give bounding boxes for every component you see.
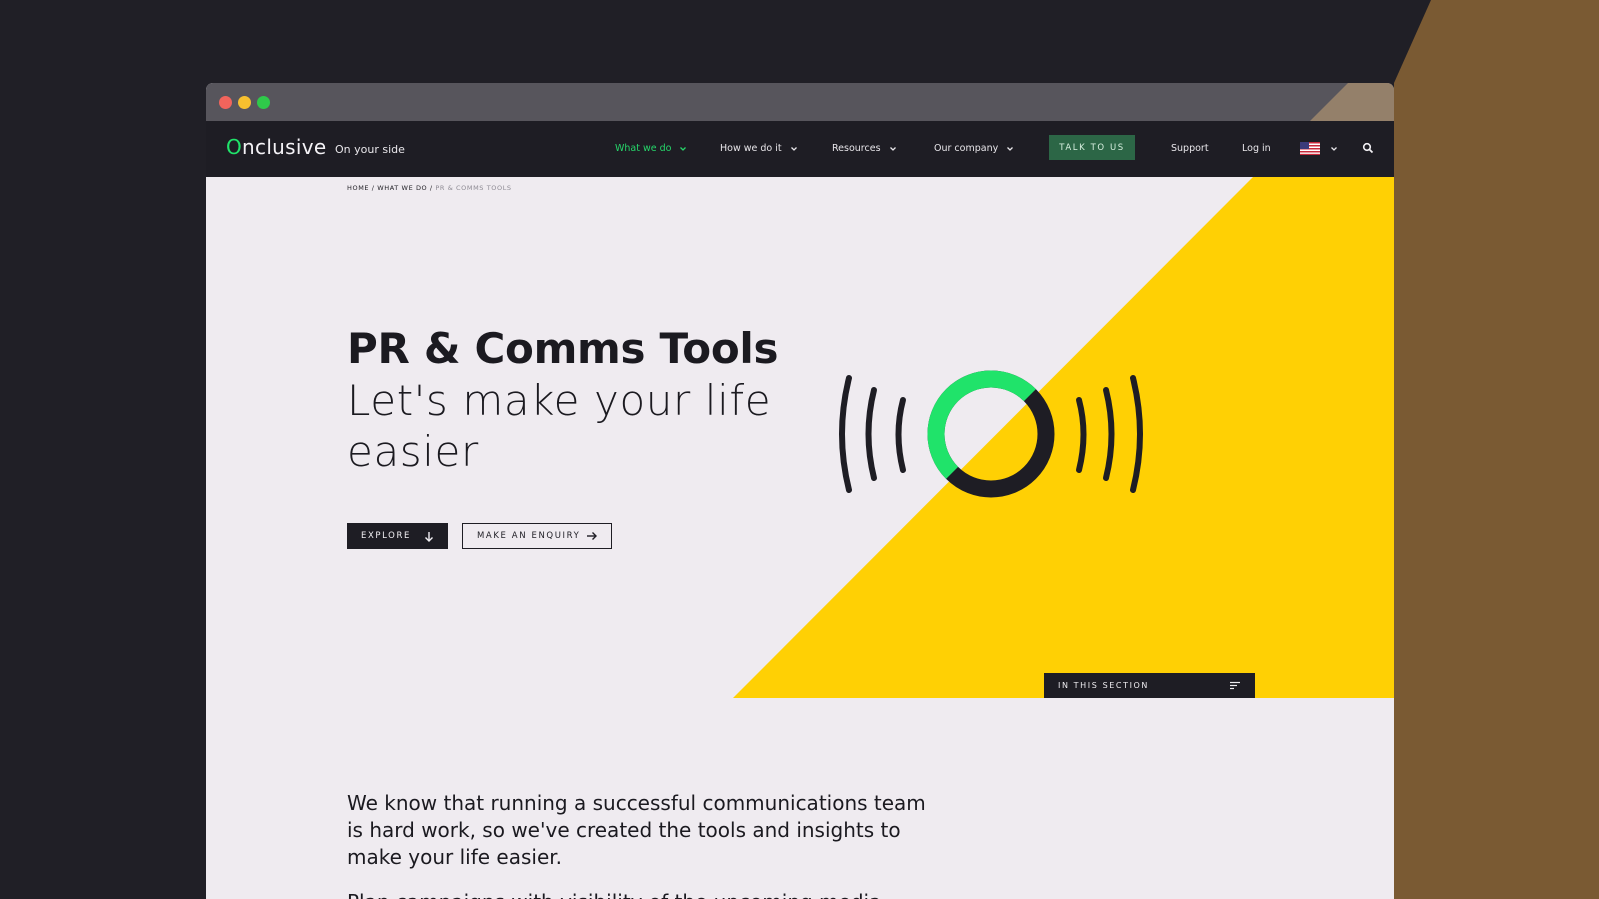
site-navbar: Onclusive On your side What we do How we… xyxy=(206,121,1394,177)
intro-paragraph: We know that running a successful commun… xyxy=(347,791,926,869)
explore-button[interactable]: EXPLORE xyxy=(347,523,448,549)
breadcrumb-current: PR & COMMS TOOLS xyxy=(435,184,512,192)
login-link[interactable]: Log in xyxy=(1242,143,1271,154)
onclusive-logo[interactable]: Onclusive xyxy=(226,135,326,159)
breadcrumb: HOME / WHAT WE DO / PR & COMMS TOOLS xyxy=(347,184,512,192)
chevron-down-icon xyxy=(1007,146,1014,151)
arrow-down-icon xyxy=(425,531,433,542)
browser-titlebar xyxy=(206,83,1394,121)
nav-item-label: How we do it xyxy=(720,143,782,154)
chevron-down-icon xyxy=(790,146,797,151)
browser-window: Onclusive On your side What we do How we… xyxy=(206,83,1394,899)
nav-item-how-we-do-it[interactable]: How we do it xyxy=(720,143,798,154)
talk-to-us-button[interactable]: TALK TO US xyxy=(1049,135,1135,160)
us-flag-icon[interactable] xyxy=(1300,142,1320,155)
in-this-section-label: IN THIS SECTION xyxy=(1058,681,1150,690)
chevron-down-icon xyxy=(680,146,687,151)
breadcrumb-home[interactable]: HOME xyxy=(347,184,369,192)
minimize-window-button[interactable] xyxy=(238,96,251,109)
breadcrumb-what-we-do[interactable]: WHAT WE DO xyxy=(377,184,427,192)
titlebar-shade xyxy=(1310,83,1394,121)
support-link[interactable]: Support xyxy=(1171,143,1209,154)
maximize-window-button[interactable] xyxy=(257,96,270,109)
page-subtitle: Let's make your life easier xyxy=(347,376,772,476)
next-paragraph: Plan campaigns with visibility of the up… xyxy=(347,889,967,899)
make-an-enquiry-button[interactable]: MAKE AN ENQUIRY xyxy=(462,523,612,549)
search-icon[interactable] xyxy=(1362,142,1374,154)
chevron-down-icon[interactable] xyxy=(1330,145,1338,153)
broadcast-signal-icon xyxy=(839,370,1143,498)
chevron-down-icon xyxy=(889,146,896,151)
arrow-right-icon xyxy=(587,532,597,540)
nav-item-label: What we do xyxy=(615,143,672,154)
page-title: PR & Comms Tools xyxy=(347,324,779,373)
explore-button-label: EXPLORE xyxy=(361,531,411,541)
logo-text: nclusive xyxy=(242,135,327,159)
enquiry-button-label: MAKE AN ENQUIRY xyxy=(477,531,581,541)
filter-lines-icon xyxy=(1230,681,1240,690)
site-tagline: On your side xyxy=(335,143,405,156)
close-window-button[interactable] xyxy=(219,96,232,109)
logo-initial: O xyxy=(226,135,243,159)
nav-item-label: Our company xyxy=(934,143,999,154)
nav-item-what-we-do[interactable]: What we do xyxy=(615,143,687,154)
nav-item-our-company[interactable]: Our company xyxy=(934,143,1014,154)
in-this-section-menu[interactable]: IN THIS SECTION xyxy=(1044,673,1255,698)
nav-item-label: Resources xyxy=(832,143,881,154)
nav-item-resources[interactable]: Resources xyxy=(832,143,897,154)
